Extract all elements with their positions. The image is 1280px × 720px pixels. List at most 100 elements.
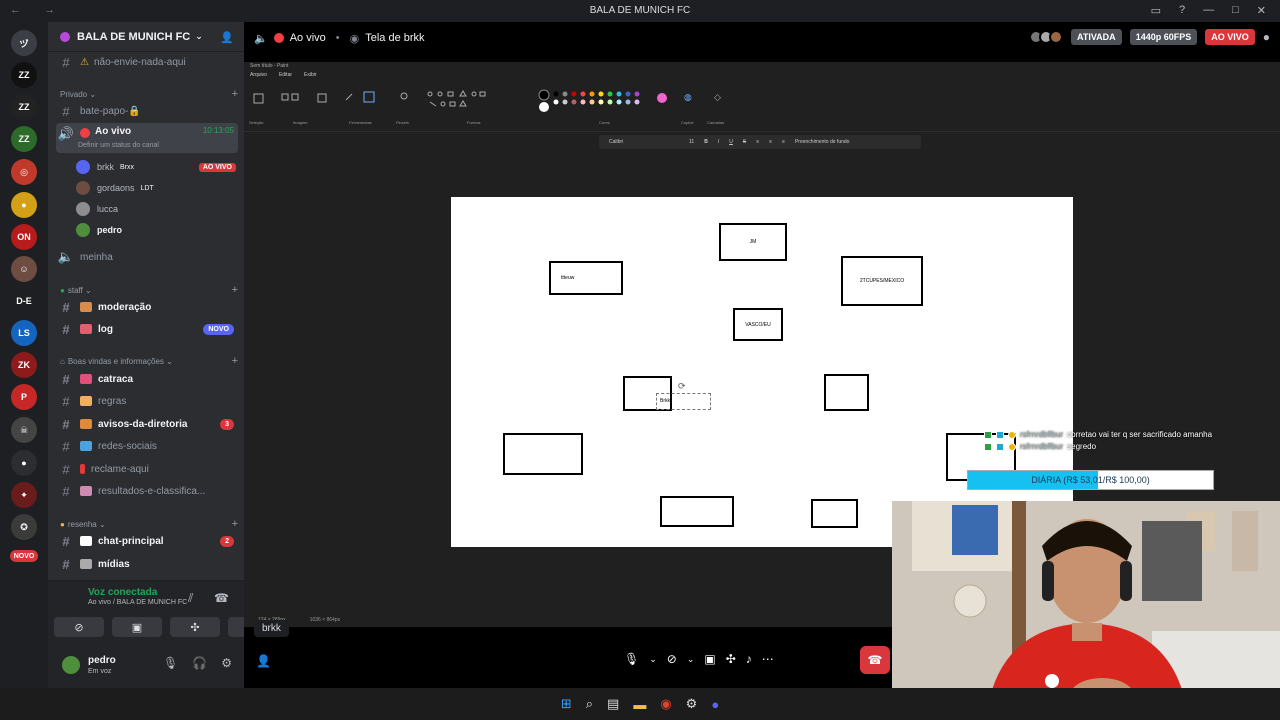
channel-nao-envie[interactable]: # ⚠ não-envie-nada-aqui — [56, 52, 238, 72]
soundboard-icon[interactable]: ♪ — [746, 652, 752, 666]
invite-icon[interactable]: 👤 — [220, 31, 234, 44]
discord-icon[interactable]: ● — [711, 697, 719, 712]
windows-start-icon[interactable]: ⊞ — [561, 696, 572, 712]
chevron-down-icon[interactable]: ⌄ — [649, 654, 657, 665]
add-channel-icon[interactable]: + — [232, 88, 238, 100]
server-icon[interactable]: ZZ — [11, 94, 37, 120]
server-icon[interactable]: ☺ — [11, 256, 37, 282]
activities-icon[interactable]: ✣ — [726, 652, 736, 666]
server-icon[interactable]: ● — [11, 192, 37, 218]
search-icon[interactable]: ⌕ — [586, 696, 593, 712]
channel-midias[interactable]: # mídias — [56, 554, 238, 574]
server-icon[interactable]: P — [11, 384, 37, 410]
inbox-icon[interactable]: ▭ — [1151, 4, 1161, 17]
channel-reclame[interactable]: # reclame-aqui — [56, 459, 238, 479]
gear-icon[interactable]: ⚙ — [221, 656, 232, 670]
help-icon[interactable]: ? — [1179, 4, 1185, 17]
menu-arquivo[interactable]: Arquivo — [250, 70, 267, 80]
server-icon[interactable]: ● — [11, 450, 37, 476]
font-size-select[interactable]: 11 — [689, 139, 694, 145]
voice-user[interactable]: pedro — [76, 220, 236, 240]
server-icon[interactable]: LS — [11, 320, 37, 346]
align-right-icon[interactable]: ≡ — [782, 139, 785, 145]
channel-chat-principal[interactable]: # chat-principal 2 — [56, 531, 238, 551]
voice-user[interactable]: brkk Brxx AO VIVO — [76, 157, 236, 177]
noise-suppression-icon[interactable]: ⫽ — [188, 591, 193, 606]
voice-status[interactable]: Voz conectada — [88, 587, 157, 598]
color-palette[interactable] — [536, 88, 676, 118]
server-icon[interactable]: ☠ — [11, 417, 37, 443]
voice-user[interactable]: lucca — [76, 199, 236, 219]
category-welcome[interactable]: ⌂ Boas vindas e informações ⌄ + — [60, 355, 238, 367]
more-icon[interactable]: ⋯ — [762, 652, 774, 666]
add-channel-icon[interactable]: + — [232, 518, 238, 530]
underline-button[interactable]: U — [729, 139, 733, 145]
server-icon[interactable]: NOVO — [10, 550, 38, 562]
channel-redes[interactable]: # redes-sociais — [56, 436, 238, 456]
menu-exibir[interactable]: Exibir — [304, 70, 317, 80]
channel-ao-vivo[interactable]: 🔊 Ao vivo 10:13:05 Definir um status do … — [56, 123, 238, 153]
activities-button[interactable]: ✣ — [170, 617, 220, 637]
server-icon[interactable]: ◎ — [11, 159, 37, 185]
font-select[interactable]: Calibri — [609, 139, 679, 145]
server-icon[interactable]: ✪ — [11, 514, 37, 540]
chrome-icon[interactable]: ◉ — [660, 696, 671, 712]
channel-moderacao[interactable]: # moderação — [56, 297, 238, 317]
microphone-icon[interactable]: 🎙 — [624, 652, 639, 666]
layers-icon[interactable]: ◇ — [714, 92, 721, 103]
paint-canvas[interactable]: JM ttteuw 2TCUPES/MEXICO VASCO/EU Brkk ⟳ — [451, 197, 1073, 547]
settings-icon[interactable]: ⚙ — [686, 696, 698, 712]
disconnect-icon[interactable]: ☎ — [214, 591, 229, 605]
task-view-icon[interactable]: ▤ — [607, 696, 619, 712]
viewer-avatars[interactable] — [1029, 30, 1064, 44]
channel-bate-papo[interactable]: # bate-papo-🔒 — [56, 101, 238, 121]
server-icon[interactable]: D-E — [11, 288, 37, 314]
category-private[interactable]: Privado ⌄ + — [60, 88, 238, 100]
server-icon[interactable]: ZK — [11, 352, 37, 378]
category-resenha[interactable]: ● resenha ⌄ + — [60, 518, 238, 530]
align-left-icon[interactable]: ≡ — [756, 139, 759, 145]
close-icon[interactable]: ✕ — [1257, 4, 1266, 17]
category-staff[interactable]: ● staff ⌄ + — [60, 284, 238, 296]
strike-button[interactable]: S — [743, 139, 746, 145]
leave-call-button[interactable]: ☎ — [860, 646, 890, 674]
add-user-icon[interactable]: 👤 — [256, 654, 271, 668]
server-icon[interactable]: ヅ — [11, 30, 37, 56]
maximize-icon[interactable]: □ — [1232, 4, 1239, 17]
rotate-handle-icon[interactable]: ⟳ — [678, 381, 686, 392]
add-channel-icon[interactable]: + — [232, 355, 238, 367]
server-icon[interactable]: ZZ — [11, 126, 37, 152]
camera-off-button[interactable]: ⊘ — [54, 617, 104, 637]
share-screen-button[interactable]: ▣ — [112, 617, 162, 637]
bold-button[interactable]: B — [704, 139, 708, 145]
chat-bubble-icon[interactable]: ● — [1263, 30, 1270, 44]
server-icon[interactable]: ON — [11, 224, 37, 250]
minimize-icon[interactable]: — — [1203, 4, 1214, 17]
channel-avisos[interactable]: # avisos-da-diretoria 3 — [56, 414, 238, 434]
add-channel-icon[interactable]: + — [232, 284, 238, 296]
channel-catraca[interactable]: # catraca — [56, 369, 238, 389]
channel-regras[interactable]: # regras — [56, 391, 238, 411]
align-center-icon[interactable]: ≡ — [769, 139, 772, 145]
server-icon[interactable]: ZZ — [11, 62, 37, 88]
channel-resultados[interactable]: # resultados-e-classifica... — [56, 481, 238, 501]
avatar[interactable] — [60, 654, 82, 676]
voice-user[interactable]: gordaons LDT — [76, 178, 236, 198]
headphones-icon[interactable]: 🎧 — [192, 656, 207, 670]
guild-header[interactable]: BALA DE MUNICH FC ⌄ 👤 — [48, 22, 244, 52]
chevron-down-icon[interactable]: ⌄ — [687, 654, 695, 665]
camera-off-icon[interactable]: ⊘ — [667, 652, 677, 666]
fill-background-checkbox[interactable]: Preenchimento de fundo — [795, 139, 849, 145]
channel-meinha[interactable]: 🔈 meinha — [56, 247, 238, 267]
server-icon[interactable]: ✦ — [11, 482, 37, 508]
italic-button[interactable]: I — [718, 139, 719, 145]
file-explorer-icon[interactable]: ▬ — [633, 697, 646, 712]
voice-channel-path[interactable]: Ao vivo / BALA DE MUNICH FC — [88, 599, 187, 606]
copilot-icon[interactable]: ◍ — [684, 92, 692, 103]
share-screen-icon[interactable]: ▣ — [704, 652, 715, 666]
menu-editar[interactable]: Editar — [279, 70, 292, 80]
text-selection-box[interactable] — [656, 393, 711, 410]
channel-log[interactable]: # log NOVO — [56, 319, 238, 339]
channel-status[interactable]: Definir um status do canal — [78, 142, 159, 149]
microphone-icon[interactable]: 🎙 — [163, 656, 178, 670]
